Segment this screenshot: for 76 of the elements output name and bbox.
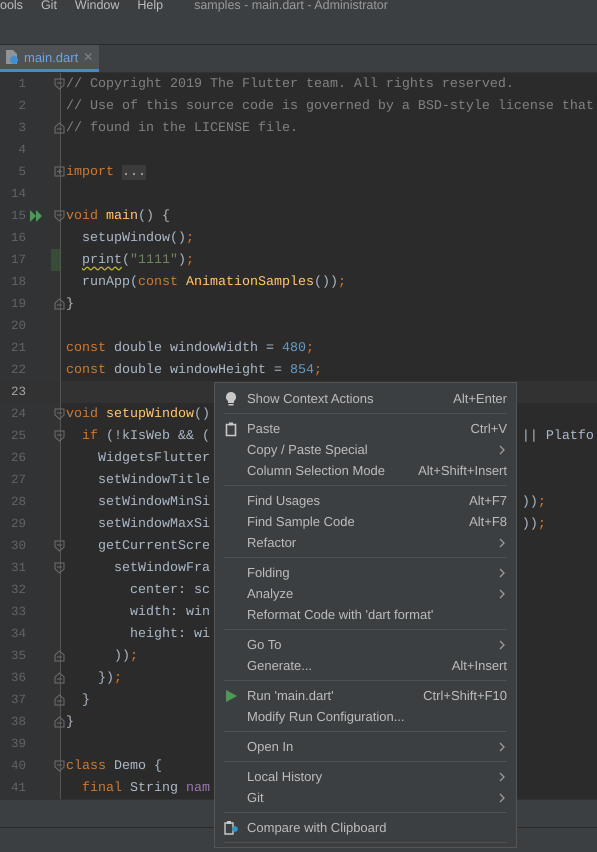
code-line: width: win <box>129 604 210 620</box>
clipboard-icon <box>223 420 239 436</box>
file-tab[interactable]: main.dart ✕ <box>0 45 100 72</box>
fold-icon[interactable] <box>54 408 65 420</box>
code-line: // found in the LICENSE file. <box>66 120 298 136</box>
menu-item[interactable]: Help <box>128 0 172 12</box>
code-line: // Copyright 2019 The Flutter team. All rights reserved. <box>66 76 514 92</box>
code-line: )); <box>522 494 546 510</box>
code-line: getCurrentScre <box>97 538 210 554</box>
window-title: samples - main.dart - Administrator <box>194 0 388 12</box>
code-line: } <box>66 296 74 312</box>
menu-item[interactable]: Go To <box>215 634 516 655</box>
code-line: WidgetsFlutter <box>97 450 210 466</box>
code-line: setupWindow(); <box>81 230 194 246</box>
fold-icon[interactable] <box>54 540 65 552</box>
fold-icon[interactable] <box>54 122 65 134</box>
compare-icon <box>223 820 239 836</box>
code-line: class Demo { <box>66 758 162 774</box>
menu-item[interactable]: Local History <box>215 766 516 787</box>
menu-item[interactable]: Analyze <box>215 583 516 604</box>
code-line: void setupWindow() <box>66 406 210 422</box>
fold-icon[interactable] <box>54 430 65 442</box>
fold-icon[interactable] <box>54 298 65 310</box>
menu-item[interactable]: Compare with Clipboard <box>215 817 516 838</box>
fold-icon[interactable] <box>54 716 65 728</box>
fold-icon[interactable] <box>54 672 65 684</box>
code-line: if (!kIsWeb && ( <box>81 428 210 444</box>
menu-item[interactable]: Generate... Alt+Insert <box>215 655 516 676</box>
menu-item[interactable]: Show Context Actions Alt+Enter <box>215 388 516 409</box>
code-line: const double windowHeight = 854; <box>66 362 322 378</box>
fold-icon[interactable] <box>54 562 65 574</box>
menu-item[interactable]: Run 'main.dart' Ctrl+Shift+F10 <box>215 685 516 706</box>
code-line: setWindowMinSi <box>97 494 210 510</box>
code-line: center: sc <box>129 582 210 598</box>
code-line: // Use of this source code is governed by a BSD-style license that <box>66 98 594 114</box>
fold-icon[interactable] <box>54 210 65 222</box>
code-line: import ... <box>66 164 146 180</box>
file-icon <box>5 49 19 65</box>
lightbulb-icon <box>223 390 239 406</box>
menu-item[interactable]: Copy / Paste Special <box>215 439 516 460</box>
code-line: )); <box>113 648 138 664</box>
fold-icon[interactable] <box>54 694 65 706</box>
code-line: height: wi <box>129 626 210 642</box>
code-line: const double windowWidth = 480; <box>66 340 314 356</box>
menu-item[interactable]: Open In <box>215 736 516 757</box>
code-line: } <box>81 692 90 708</box>
code-line: void main() { <box>66 208 170 224</box>
fold-icon[interactable] <box>54 650 65 662</box>
code-line: setWindowFra <box>113 560 210 576</box>
menu-item[interactable]: Window <box>66 0 128 12</box>
line-number: 23 <box>10 385 26 399</box>
code-line: )); <box>522 516 546 532</box>
menu-item[interactable]: Reformat Code with 'dart format' <box>215 604 516 625</box>
run-icon[interactable] <box>30 210 43 222</box>
fold-icon[interactable] <box>54 760 65 772</box>
menu-item[interactable]: Refactor <box>215 532 516 553</box>
code-line: print("1111"); <box>81 252 194 268</box>
code-line: || Platfo <box>522 428 594 444</box>
code-line: setWindowTitle <box>97 472 210 488</box>
menu-item[interactable]: ools <box>0 0 32 12</box>
code-line: } <box>66 714 74 730</box>
menu-item[interactable]: Git <box>32 0 66 12</box>
menu-item[interactable]: Folding <box>215 562 516 583</box>
fold-icon[interactable] <box>54 78 65 90</box>
code-line: }); <box>97 670 122 686</box>
code-line: setWindowMaxSi <box>97 516 210 532</box>
code-line: final String nam <box>81 780 210 796</box>
menu-item[interactable]: Column Selection Mode Alt+Shift+Insert <box>215 460 516 481</box>
menu-item[interactable]: Find Sample Code Alt+F8 <box>215 511 516 532</box>
menu-item[interactable]: Git <box>215 787 516 808</box>
menu-item[interactable]: Paste Ctrl+V <box>215 418 516 439</box>
menu-item[interactable]: Modify Run Configuration... <box>215 706 516 727</box>
code-line: runApp(const AnimationSamples()); <box>81 274 346 290</box>
menu-item[interactable]: Find Usages Alt+F7 <box>215 490 516 511</box>
play-icon <box>223 688 239 704</box>
expand-icon[interactable] <box>54 166 65 177</box>
